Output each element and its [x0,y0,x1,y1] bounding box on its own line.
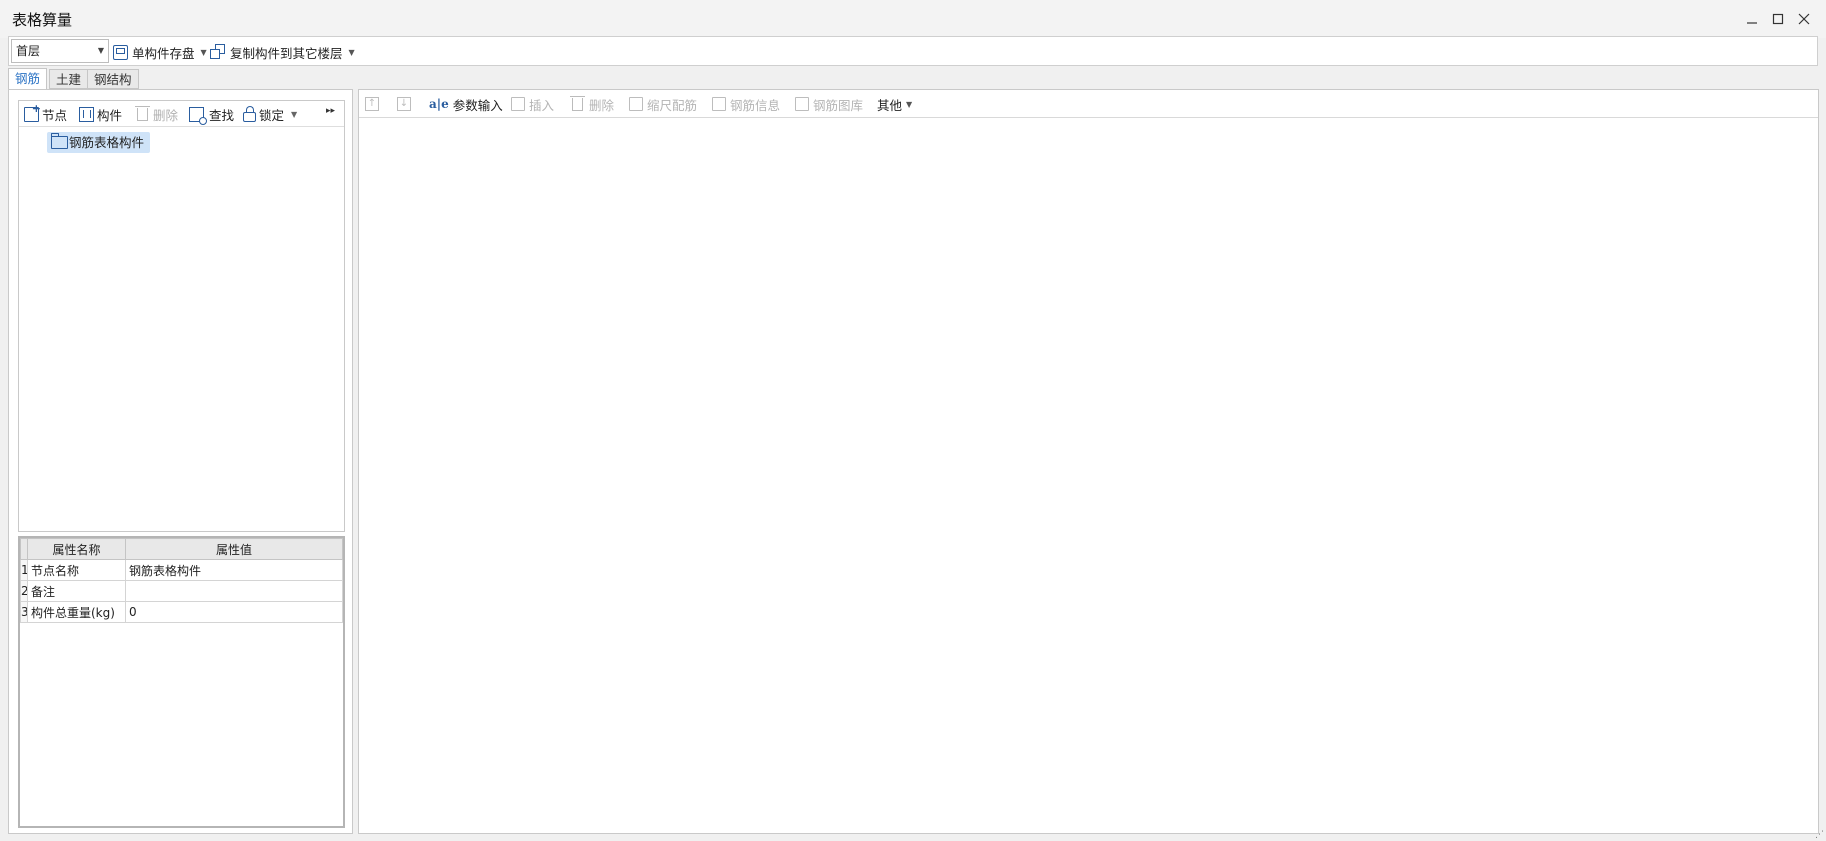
maximize-icon [1772,13,1784,25]
property-value-cell[interactable] [125,580,343,602]
close-button[interactable] [1790,6,1818,32]
table-row[interactable]: 1 节点名称 钢筋表格构件 [20,559,343,581]
copy-icon [210,44,226,60]
property-name-header: 属性名称 [27,538,126,560]
insert-button[interactable]: 插入 [511,94,554,114]
left-panel: 节点 构件 删除 查找 锁定 ▼ ▸▸ 钢筋表格构件 [8,89,353,834]
property-panel: 属性名称 属性值 1 节点名称 钢筋表格构件 2 备注 3 构件总重量(kg) … [18,536,345,828]
rebar-info-button[interactable]: 钢筋信息 [712,94,780,114]
save-component-button[interactable]: 单构件存盘 ▼ [113,41,207,63]
lock-icon [243,105,256,122]
row-index-header [20,538,28,560]
chevron-down-icon: ▼ [291,109,298,119]
delete-row-label: 删除 [589,97,615,113]
parameter-icon: a|e [429,97,449,111]
component-icon [79,106,94,122]
chevron-down-icon: ▼ [200,47,207,57]
property-name-cell: 备注 [27,580,126,602]
minimize-button[interactable] [1738,6,1766,32]
rebar-table-panel: ↑ ↓ a|e 参数输入 插入 删除 缩尺配筋 钢筋信息 钢筋图库 其他 ▼ [358,89,1819,834]
lock-label: 锁定 [259,107,285,123]
property-value-header: 属性值 [125,538,343,560]
move-up-button[interactable]: ↑ [365,94,379,114]
trash-icon [135,105,150,121]
insert-row-icon [511,97,525,111]
tree-node-root[interactable]: 钢筋表格构件 [47,132,151,153]
window-title: 表格算量 [12,11,73,29]
tab-rebar[interactable]: 钢筋 [8,68,48,90]
param-input-button[interactable]: a|e 参数输入 [429,94,503,114]
param-input-label: 参数输入 [452,97,503,113]
tab-steel-structure[interactable]: 钢结构 [87,69,139,89]
table-row[interactable]: 3 构件总重量(kg) 0 [20,601,343,623]
main-toolbar: 首层 ▼ 单构件存盘 ▼ 复制构件到其它楼层 ▼ [8,36,1818,66]
add-component-label: 构件 [97,107,123,123]
insert-label: 插入 [529,97,555,113]
tab-civil[interactable]: 土建 [49,69,89,89]
save-icon [113,44,128,60]
copy-to-floors-button[interactable]: 复制构件到其它楼层 ▼ [210,41,355,63]
rebar-info-label: 钢筋信息 [730,97,781,113]
ruler-icon [629,97,643,111]
scale-rebar-label: 缩尺配筋 [647,97,698,113]
move-down-button[interactable]: ↓ [397,94,411,114]
info-list-icon [712,97,726,111]
row-index: 2 [20,580,28,602]
property-header-row: 属性名称 属性值 [20,538,343,560]
chevron-down-icon: ▼ [348,47,355,57]
copy-to-floors-label: 复制构件到其它楼层 [230,45,343,61]
row-index: 1 [20,559,28,581]
title-bar [0,0,1826,38]
chevron-down-icon: ▼ [97,46,104,55]
find-icon [189,106,207,125]
property-table: 属性名称 属性值 1 节点名称 钢筋表格构件 2 备注 3 构件总重量(kg) … [20,538,343,623]
table-row[interactable]: 2 备注 [20,580,343,602]
arrow-down-icon: ↓ [397,97,411,111]
find-button[interactable]: 查找 [189,104,235,125]
floor-select-value: 首层 [16,44,41,58]
maximize-button[interactable] [1764,6,1792,32]
rebar-toolbar: ↑ ↓ a|e 参数输入 插入 删除 缩尺配筋 钢筋信息 钢筋图库 其他 ▼ [359,90,1818,118]
other-menu-button[interactable]: 其他 ▼ [877,94,912,114]
trash-icon [570,95,585,111]
property-value-cell[interactable]: 0 [125,601,343,623]
add-node-button[interactable]: 节点 [24,102,68,124]
image-library-icon [795,97,809,111]
lock-button[interactable]: 锁定 ▼ [243,104,297,124]
add-component-button[interactable]: 构件 [79,104,122,124]
resize-grip-icon[interactable]: ⋰ [1815,830,1824,840]
delete-tree-button[interactable]: 删除 [135,104,178,124]
property-name-cell: 构件总重量(kg) [27,601,126,623]
property-value-cell[interactable]: 钢筋表格构件 [125,559,343,581]
delete-row-button[interactable]: 删除 [570,94,614,114]
row-index: 3 [20,601,28,623]
other-label: 其他 [877,97,903,113]
save-component-label: 单构件存盘 [132,45,195,61]
arrow-up-icon: ↑ [365,97,379,111]
scale-rebar-button[interactable]: 缩尺配筋 [629,94,697,114]
folder-icon [51,133,68,149]
close-icon [1798,13,1810,25]
minimize-icon [1747,22,1757,24]
find-label: 查找 [209,107,235,123]
component-tree-panel: 节点 构件 删除 查找 锁定 ▼ ▸▸ 钢筋表格构件 [18,100,345,532]
chevron-down-icon: ▼ [906,99,913,109]
property-name-cell: 节点名称 [27,559,126,581]
tree-node-label: 钢筋表格构件 [69,135,145,150]
tree-toolbar: 节点 构件 删除 查找 锁定 ▼ ▸▸ [19,101,344,127]
delete-tree-label: 删除 [153,107,179,123]
rebar-library-button[interactable]: 钢筋图库 [795,94,863,114]
add-node-label: 节点 [42,107,68,123]
add-node-icon [24,102,41,122]
rebar-library-label: 钢筋图库 [813,97,864,113]
overflow-arrow-icon[interactable]: ▸▸ [326,106,335,116]
floor-select[interactable]: 首层 ▼ [11,39,109,63]
